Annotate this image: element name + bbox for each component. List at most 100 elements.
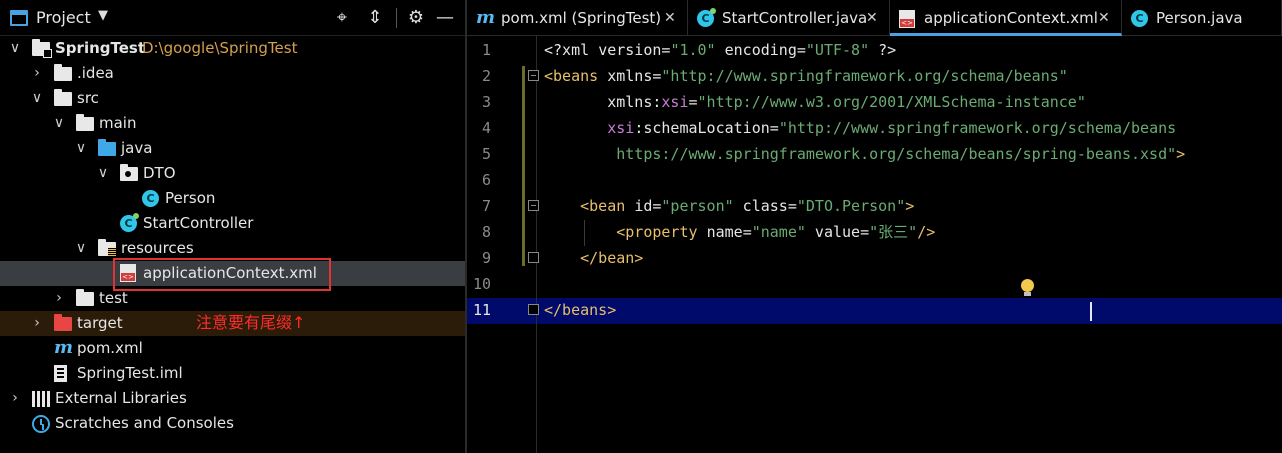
tab-label: StartController.java xyxy=(722,9,868,27)
excluded-folder-icon xyxy=(54,314,72,331)
code-line[interactable]: https://www.springframework.org/schema/b… xyxy=(544,141,1185,167)
class-icon: C xyxy=(142,190,159,207)
tree-node-pom-xml[interactable]: m pom.xml xyxy=(0,336,465,361)
close-icon[interactable]: ✕ xyxy=(664,0,676,36)
tab-label: Person.java xyxy=(1156,9,1243,27)
fold-end-icon[interactable] xyxy=(528,252,539,263)
folder-icon xyxy=(54,89,72,106)
tree-node-label: src xyxy=(77,89,99,107)
code-line[interactable]: </bean> xyxy=(544,245,643,271)
close-icon[interactable]: ✕ xyxy=(1098,0,1110,36)
code-line[interactable]: <beans xmlns="http://www.springframework… xyxy=(544,63,1068,89)
class-icon: C xyxy=(1131,10,1148,27)
line-number: 8 xyxy=(481,223,491,241)
chevron-down-icon[interactable]: ∨ xyxy=(74,136,88,161)
tree-node-person[interactable]: C Person xyxy=(0,186,465,211)
project-path: D:\google\SpringTest xyxy=(142,39,298,57)
line-number: 4 xyxy=(481,119,491,137)
code-token-punct: = xyxy=(860,223,870,241)
code-token-pi: ?> xyxy=(869,41,897,59)
chevron-right-icon[interactable]: › xyxy=(30,311,44,336)
code-line[interactable]: </beans> xyxy=(544,297,616,323)
tree-node-main[interactable]: ∨ main xyxy=(0,111,465,136)
line-number: 9 xyxy=(481,249,491,267)
tree-node-dto[interactable]: ∨ DTO xyxy=(0,161,465,186)
text-cursor xyxy=(1090,302,1092,321)
view-dropdown-chevron-down-icon[interactable]: ▼ xyxy=(98,8,108,23)
code-token-str: "person" xyxy=(661,197,734,215)
close-icon[interactable]: ✕ xyxy=(866,0,878,36)
code-token-attr: xmlns xyxy=(607,67,653,85)
tree-node-label: Person xyxy=(165,189,216,207)
code-token-str: "1.0" xyxy=(670,41,716,59)
tree-node-external-libraries[interactable]: › External Libraries xyxy=(0,386,465,411)
chevron-down-icon[interactable]: ∨ xyxy=(8,36,22,61)
tab-label: pom.xml (SpringTest) xyxy=(501,9,662,27)
project-panel-title[interactable]: Project xyxy=(36,8,91,27)
line-number: 2 xyxy=(481,67,491,85)
fold-collapse-icon[interactable] xyxy=(528,200,539,211)
code-token-str: "DTO.Person" xyxy=(796,197,906,215)
gutter-divider xyxy=(536,36,537,453)
xml-file-icon xyxy=(899,10,915,28)
line-number: 5 xyxy=(481,145,491,163)
tree-node-idea[interactable]: › .idea xyxy=(0,61,465,86)
scratches-icon xyxy=(32,415,50,433)
folder-icon xyxy=(76,289,94,306)
line-number: 11 xyxy=(472,301,491,319)
code-token-attr: value xyxy=(805,223,861,241)
code-token-str: "http://www.springframework.org/schema/b… xyxy=(661,67,1068,85)
fold-end-icon[interactable] xyxy=(528,304,539,315)
tab-startcontroller-java[interactable]: C StartController.java ✕ xyxy=(688,0,890,36)
hide-panel-icon[interactable]: — xyxy=(434,6,456,30)
chevron-down-icon[interactable]: ∨ xyxy=(96,161,110,186)
code-line[interactable]: <bean id="person" class="DTO.Person"> xyxy=(544,193,914,219)
tree-node-startcontroller[interactable]: C StartController xyxy=(0,211,465,236)
collapse-all-icon[interactable]: ⇕ xyxy=(364,6,386,30)
source-folder-icon xyxy=(98,139,116,156)
tree-node-scratches-and-consoles[interactable]: Scratches and Consoles xyxy=(0,411,465,436)
tree-node-label: main xyxy=(99,114,137,132)
tree-node-label: SpringTest.iml xyxy=(77,364,183,382)
tree-node-springtest[interactable]: ∨ SpringTest D:\google\SpringTest xyxy=(0,36,465,61)
runnable-class-icon: C xyxy=(120,213,139,232)
tree-node-src[interactable]: ∨ src xyxy=(0,86,465,111)
gear-icon[interactable]: ⚙ xyxy=(405,6,427,30)
code-token-tag: > xyxy=(905,197,915,215)
chevron-right-icon[interactable]: › xyxy=(52,286,66,311)
code-line[interactable]: xsi:schemaLocation="http://www.springfra… xyxy=(544,115,1176,141)
tree-node-label: .idea xyxy=(77,64,114,82)
code-line[interactable]: <property name="name" value="张三"/> xyxy=(544,219,935,245)
chevron-right-icon[interactable]: › xyxy=(8,386,22,411)
chevron-down-icon[interactable]: ∨ xyxy=(30,86,44,111)
fold-collapse-icon[interactable] xyxy=(528,70,539,81)
chevron-down-icon[interactable]: ∨ xyxy=(52,111,66,136)
module-folder-icon xyxy=(32,39,52,58)
chevron-down-icon[interactable]: ∨ xyxy=(74,236,88,261)
line-number: 3 xyxy=(481,93,491,111)
editor-area: m pom.xml (SpringTest) ✕ C StartController.j… xyxy=(467,0,1282,453)
chevron-right-icon[interactable]: › xyxy=(30,61,44,86)
code-token-str: https://www.springframework.org/schema/b… xyxy=(544,145,1177,163)
tree-node-label: SpringTest xyxy=(55,39,146,57)
code-token-punct: = xyxy=(688,93,698,111)
folder-icon xyxy=(76,114,94,131)
code-line[interactable]: xmlns:xsi="http://www.w3.org/2001/XMLSch… xyxy=(544,89,1086,115)
code-token-tag: /> xyxy=(917,223,936,241)
folder-icon xyxy=(54,64,72,81)
tree-node-java[interactable]: ∨ java xyxy=(0,136,465,161)
code-token-punct: = xyxy=(787,197,797,215)
code-token-tag: </beans> xyxy=(544,301,617,319)
line-number: 10 xyxy=(472,275,491,293)
code-token-tag: </bean> xyxy=(544,249,644,267)
locate-file-icon[interactable]: ⌖ xyxy=(331,6,353,30)
intention-bulb-icon[interactable] xyxy=(1021,279,1034,296)
tab-pom-xml-springtest[interactable]: m pom.xml (SpringTest) ✕ xyxy=(467,0,688,36)
tab-person-java[interactable]: C Person.java xyxy=(1122,0,1282,36)
tree-node-springtest-iml[interactable]: SpringTest.iml xyxy=(0,361,465,386)
code-token-tag: <bean xyxy=(544,197,635,215)
code-token-ns: xsi xyxy=(661,93,689,111)
vcs-change-marker[interactable] xyxy=(522,66,525,266)
tab-applicationcontext-xml[interactable]: applicationContext.xml✕ xyxy=(890,0,1122,36)
code-line[interactable]: <?xml version="1.0" encoding="UTF-8" ?> xyxy=(544,37,896,63)
